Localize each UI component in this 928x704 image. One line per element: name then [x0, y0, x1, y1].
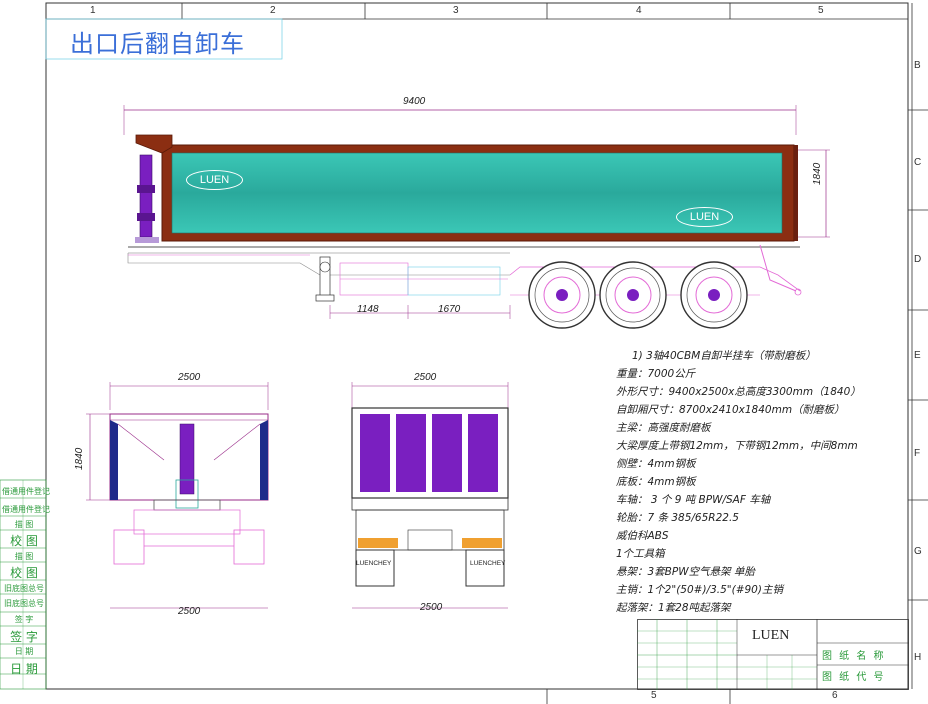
side-label-6: 校 图 [10, 566, 38, 580]
front-view-drawing [86, 382, 269, 609]
column-marker-1: 1 [90, 5, 96, 16]
body-logo-front: LUEN [186, 170, 243, 190]
row-marker-f: F [914, 448, 921, 459]
spec-floor: 底板：4mm钢板 [616, 476, 696, 488]
bottom-marker-6: 6 [832, 690, 838, 701]
row-marker-c: C [914, 157, 922, 168]
side-label-3: 描 图 [14, 520, 34, 529]
title-block-drawing-name: 图 纸 名 称 [822, 651, 886, 662]
dim-front-height: 1840 [74, 447, 85, 470]
row-marker-h: H [914, 652, 922, 663]
row-marker-d: D [914, 254, 922, 265]
spec-side-wall: 侧壁：4mm钢板 [616, 458, 696, 470]
dim-rear-width: 2500 [414, 372, 437, 383]
rear-view-drawing [351, 382, 509, 609]
side-label-11: 日 期 [14, 647, 34, 656]
dim-front-width: 2500 [178, 372, 201, 383]
rear-plate-left: LUENCHEY [356, 560, 392, 567]
spec-box-size: 自卸厢尺寸：8700x2410x1840mm（耐磨板） [616, 404, 845, 416]
spec-suspension: 悬架：3套BPW空气悬架 单胎 [616, 566, 755, 578]
side-label-4: 校 图 [10, 534, 38, 548]
column-marker-4: 4 [636, 5, 642, 16]
dim-body-height: 1840 [812, 162, 823, 185]
side-label-8: 旧底图总号 [4, 599, 44, 608]
spec-abs: 威伯科ABS [616, 530, 669, 542]
body-logo-rear: LUEN [676, 207, 733, 227]
bottom-marker-5: 5 [651, 690, 657, 701]
spec-axle: 车轴： 3 个 9 吨 BPW/SAF 车轴 [616, 494, 771, 506]
column-marker-3: 3 [453, 5, 459, 16]
side-label-2: 借通用件登记 [2, 505, 50, 514]
drawing-title: 出口后翻自卸车 [70, 30, 245, 58]
dim-front-bottom-width: 2500 [178, 606, 201, 617]
side-label-10: 签 字 [10, 630, 38, 644]
dim-overall-length: 9400 [403, 96, 426, 107]
spec-beam-thickness: 大梁厚度上带钢12mm，下带钢12mm，中间8mm [616, 440, 858, 452]
title-block-drawing-code: 图 纸 代 号 [822, 672, 886, 683]
spec-weight: 重量：7000公斤 [616, 368, 696, 380]
dim-spacing-a: 1148 [357, 304, 379, 315]
side-label-9: 签 字 [14, 615, 34, 624]
column-marker-2: 2 [270, 5, 276, 16]
spec-kingpin: 主销：1个2"(50#)/3.5"(#90)主销 [616, 584, 783, 596]
column-marker-5: 5 [818, 5, 824, 16]
side-label-7: 旧底图总号 [4, 584, 44, 593]
row-marker-e: E [914, 350, 921, 361]
dim-spacing-b: 1670 [438, 304, 461, 315]
spec-landing-gear: 起落架：1套28吨起落架 [616, 602, 731, 614]
title-block-logo: LUEN [752, 628, 790, 643]
spec-tire: 轮胎：7 条 385/65R22.5 [616, 512, 739, 524]
spec-toolbox: 1个工具箱 [616, 548, 665, 560]
rear-plate-right: LUENCHEY [470, 560, 506, 567]
dim-rear-bottom-width: 2500 [420, 602, 443, 613]
row-marker-g: G [914, 546, 922, 557]
row-marker-b: B [914, 60, 921, 71]
side-label-5: 描 图 [14, 552, 34, 561]
spec-overall-size: 外形尺寸：9400x2500x总高度3300mm（1840） [616, 386, 861, 398]
spec-main-beam: 主梁：高强度耐磨板 [616, 422, 711, 434]
spec-heading: 1) 3轴40CBM自卸半挂车（带耐磨板） [632, 350, 816, 362]
side-label-1: 借通用件登记 [2, 487, 50, 496]
side-label-12: 日 期 [10, 662, 38, 676]
